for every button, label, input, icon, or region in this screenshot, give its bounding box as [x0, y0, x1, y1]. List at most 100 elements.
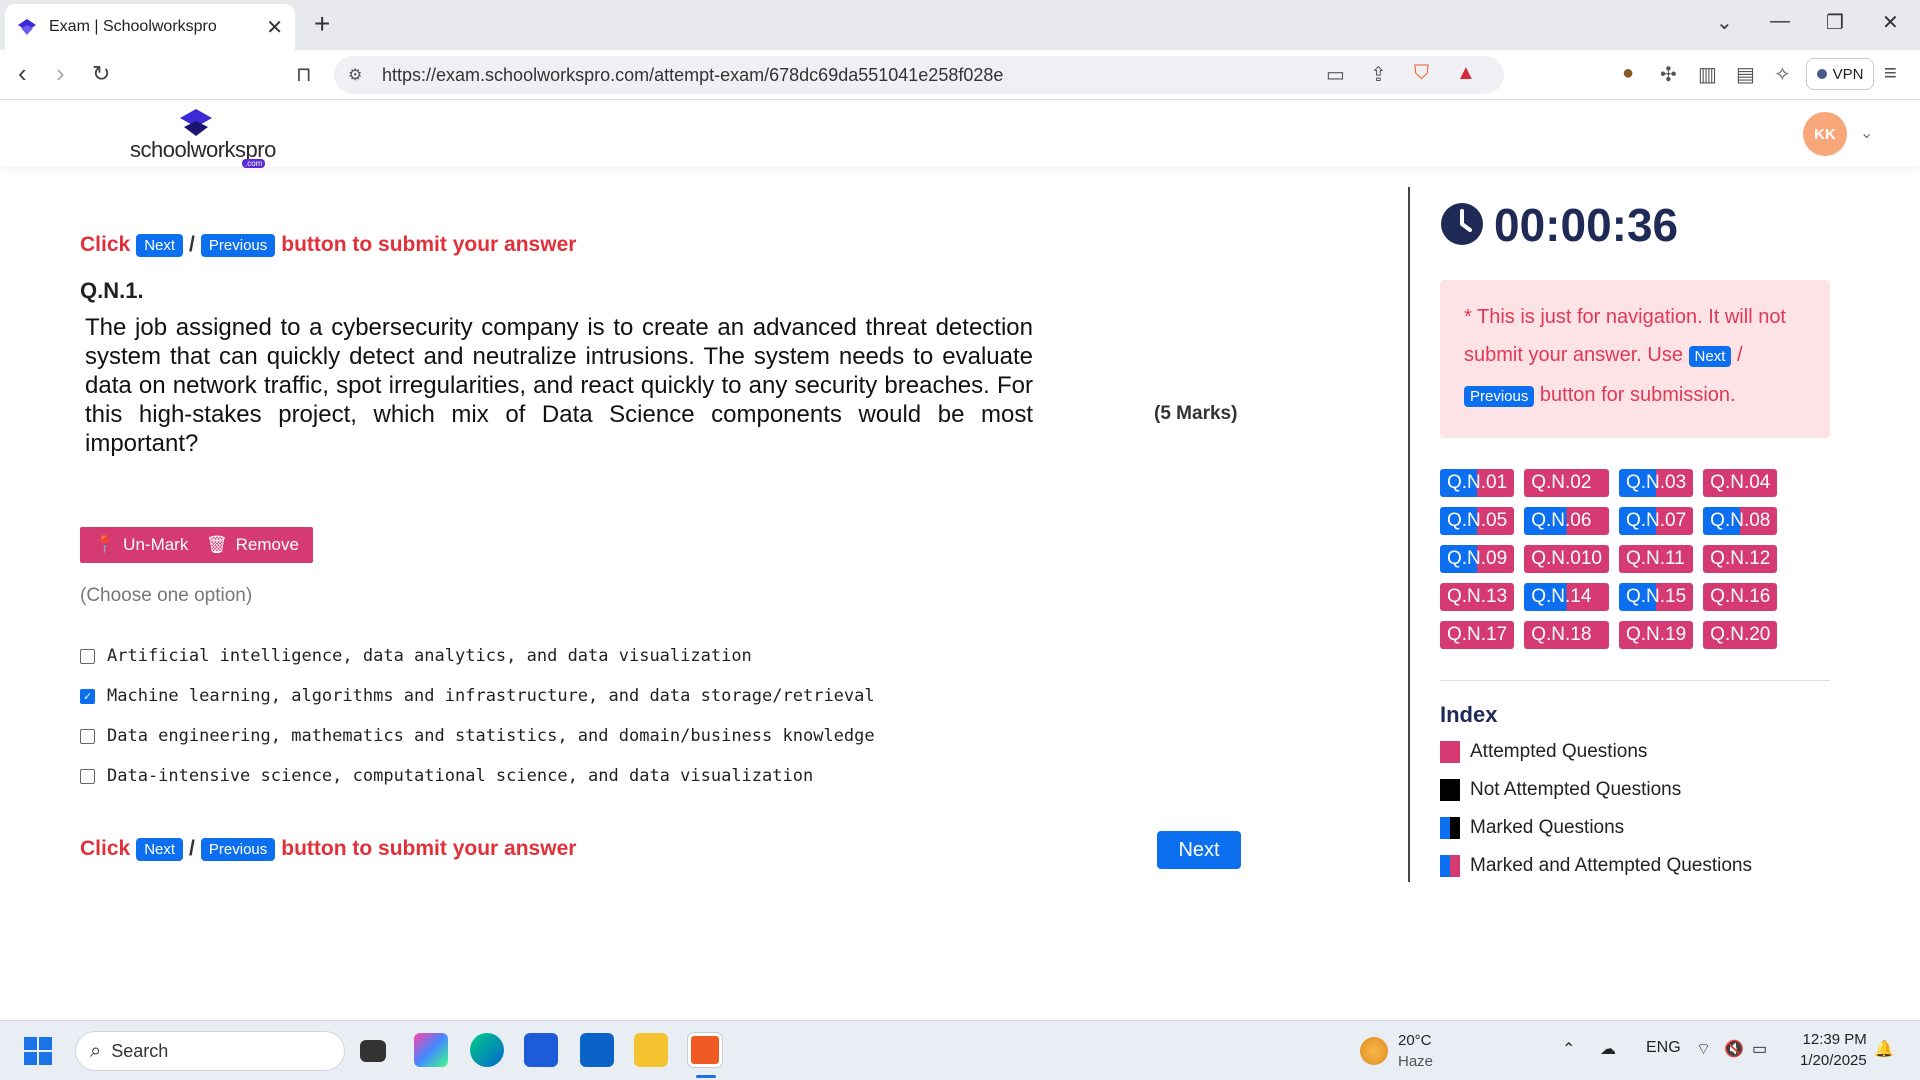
- option-3-checkbox[interactable]: [80, 728, 95, 744]
- question-navigator: Q.N.01 Q.N.02 Q.N.03 Q.N.04 Q.N.05 Q.N.06 Q.N.…: [1440, 469, 1778, 649]
- next-button[interactable]: Next: [1157, 831, 1241, 869]
- question-nav-button[interactable]: Q.N.16: [1703, 583, 1778, 611]
- wifi-icon[interactable]: ⌔: [1696, 1039, 1711, 1059]
- option-4[interactable]: Data-intensive science, computational sc…: [80, 766, 813, 786]
- question-nav-button[interactable]: Q.N.07: [1618, 507, 1694, 535]
- menu-icon[interactable]: ≡: [1884, 60, 1897, 86]
- file-explorer-icon[interactable]: [634, 1033, 668, 1067]
- question-nav-button[interactable]: Q.N.15: [1618, 583, 1694, 611]
- option-1-label: Artificial intelligence, data analytics,…: [107, 646, 752, 666]
- question-nav-button[interactable]: Q.N.11: [1618, 545, 1694, 573]
- reload-icon[interactable]: ↻: [92, 61, 110, 87]
- browser-tab[interactable]: Exam | Schoolworkspro ✕: [5, 4, 295, 50]
- taskbar-search-placeholder: Search: [111, 1040, 169, 1061]
- question-nav-button[interactable]: Q.N.010: [1524, 545, 1609, 573]
- instruction-suffix: button to submit your answer: [281, 233, 577, 256]
- wallet-icon[interactable]: ▤: [1736, 62, 1755, 87]
- leo-ai-icon[interactable]: ✧: [1774, 62, 1791, 87]
- option-2-checkbox[interactable]: ✓: [80, 688, 95, 704]
- logo-sub: .com: [242, 159, 266, 168]
- copilot-icon[interactable]: [414, 1033, 448, 1067]
- share-icon[interactable]: ⇪: [1370, 62, 1387, 87]
- notifications-bell-icon[interactable]: 🔔: [1874, 1039, 1894, 1059]
- battery-icon[interactable]: ▭: [1752, 1039, 1767, 1059]
- instruction-prefix: Click: [80, 233, 131, 256]
- option-3[interactable]: Data engineering, mathematics and statis…: [80, 726, 875, 746]
- minimize-icon[interactable]: —: [1770, 10, 1790, 33]
- option-2-label: Machine learning, algorithms and infrast…: [107, 686, 875, 706]
- weather-widget[interactable]: 20°C Haze: [1398, 1030, 1433, 1072]
- browser-toolbar: ‹ › ↻ ⊓ ⚙ https://exam.schoolworkspro.co…: [0, 50, 1920, 100]
- outlook-icon[interactable]: [580, 1033, 614, 1067]
- question-nav-button[interactable]: Q.N.17: [1440, 621, 1515, 649]
- instruction-top: Click Next / Previous button to submit y…: [80, 233, 576, 257]
- restore-icon[interactable]: ❐: [1826, 10, 1844, 35]
- question-nav-button[interactable]: Q.N.06: [1524, 507, 1609, 535]
- legend-not-attempted: Not Attempted Questions: [1440, 779, 1681, 801]
- index-title: Index: [1440, 702, 1498, 727]
- legend-attempted-swatch: [1440, 741, 1460, 763]
- vpn-status-icon: [1816, 69, 1827, 79]
- forward-icon[interactable]: ›: [56, 58, 65, 89]
- vpn-label: VPN: [1832, 65, 1864, 83]
- extensions-icon[interactable]: ✣: [1660, 62, 1677, 87]
- taskbar-clock[interactable]: 12:39 PM 1/20/2025: [1800, 1029, 1867, 1071]
- sidebar-icon[interactable]: ▥: [1698, 62, 1717, 87]
- vpn-button[interactable]: VPN: [1806, 58, 1874, 90]
- close-window-icon[interactable]: ✕: [1882, 10, 1899, 35]
- question-nav-button[interactable]: Q.N.12: [1703, 545, 1778, 573]
- question-nav-button[interactable]: Q.N.14: [1524, 583, 1609, 611]
- weather-desc: Haze: [1398, 1053, 1434, 1070]
- site-settings-icon[interactable]: ⚙: [348, 65, 362, 85]
- chevron-down-icon[interactable]: ⌄: [1860, 123, 1873, 143]
- legend-marked: Marked Questions: [1440, 817, 1624, 839]
- question-nav-button[interactable]: Q.N.04: [1703, 469, 1778, 497]
- question-nav-button[interactable]: Q.N.01: [1440, 469, 1515, 497]
- brave-taskbar-icon[interactable]: [688, 1033, 722, 1067]
- option-1[interactable]: Artificial intelligence, data analytics,…: [80, 646, 752, 666]
- edge-icon[interactable]: [470, 1033, 504, 1067]
- question-nav-button[interactable]: Q.N.13: [1440, 583, 1515, 611]
- new-tab-icon[interactable]: +: [314, 8, 330, 40]
- avatar[interactable]: KK: [1803, 112, 1847, 156]
- question-nav-button[interactable]: Q.N.20: [1703, 621, 1778, 649]
- windows-start-icon[interactable]: [24, 1037, 52, 1065]
- store-icon[interactable]: [524, 1033, 558, 1067]
- question-nav-button[interactable]: Q.N.09: [1440, 545, 1515, 573]
- choose-hint: (Choose one option): [80, 585, 253, 606]
- weather-icon[interactable]: [1360, 1037, 1388, 1065]
- brave-rewards-icon[interactable]: ▲: [1456, 62, 1476, 85]
- onedrive-icon[interactable]: ☁: [1600, 1039, 1616, 1059]
- cookie-extension-icon[interactable]: ●: [1622, 62, 1634, 85]
- language-indicator[interactable]: ENG: [1646, 1039, 1681, 1057]
- clock-icon: [1441, 203, 1483, 245]
- remove-button[interactable]: 🗑 Remove: [192, 527, 313, 563]
- question-nav-button[interactable]: Q.N.08: [1703, 507, 1778, 535]
- site-logo[interactable]: schoolworkspro .com: [130, 109, 276, 168]
- tray-overflow-icon[interactable]: ⌃: [1562, 1039, 1575, 1059]
- unmark-button[interactable]: 📍 Un-Mark: [80, 527, 203, 563]
- instruction-previous-chip: Previous: [200, 837, 276, 861]
- cast-icon[interactable]: ▭: [1326, 62, 1345, 87]
- option-2[interactable]: ✓ Machine learning, algorithms and infra…: [80, 686, 875, 706]
- close-tab-icon[interactable]: ✕: [266, 15, 283, 40]
- bookmark-icon[interactable]: ⊓: [296, 62, 312, 87]
- legend-attempted: Attempted Questions: [1440, 741, 1647, 763]
- tab-list-chevron-icon[interactable]: ⌄: [1716, 10, 1733, 35]
- notice-text-2: button for submission.: [1539, 384, 1736, 406]
- weather-temp: 20°C: [1398, 1032, 1432, 1049]
- question-nav-button[interactable]: Q.N.18: [1524, 621, 1609, 649]
- question-nav-button[interactable]: Q.N.05: [1440, 507, 1515, 535]
- option-1-checkbox[interactable]: [80, 648, 95, 664]
- task-view-icon[interactable]: [360, 1040, 386, 1062]
- brave-shields-icon[interactable]: ⛉: [1414, 62, 1429, 85]
- question-nav-button[interactable]: Q.N.19: [1618, 621, 1694, 649]
- option-4-checkbox[interactable]: [80, 768, 95, 784]
- question-nav-button[interactable]: Q.N.03: [1618, 469, 1694, 497]
- volume-muted-icon[interactable]: 🔇: [1724, 1039, 1744, 1059]
- notice-slash: /: [1736, 344, 1743, 366]
- taskbar-search[interactable]: ⌕ Search: [75, 1031, 345, 1071]
- question-nav-button[interactable]: Q.N.02: [1524, 469, 1609, 497]
- question-number: Q.N.1.: [80, 278, 144, 303]
- back-icon[interactable]: ‹: [18, 58, 27, 89]
